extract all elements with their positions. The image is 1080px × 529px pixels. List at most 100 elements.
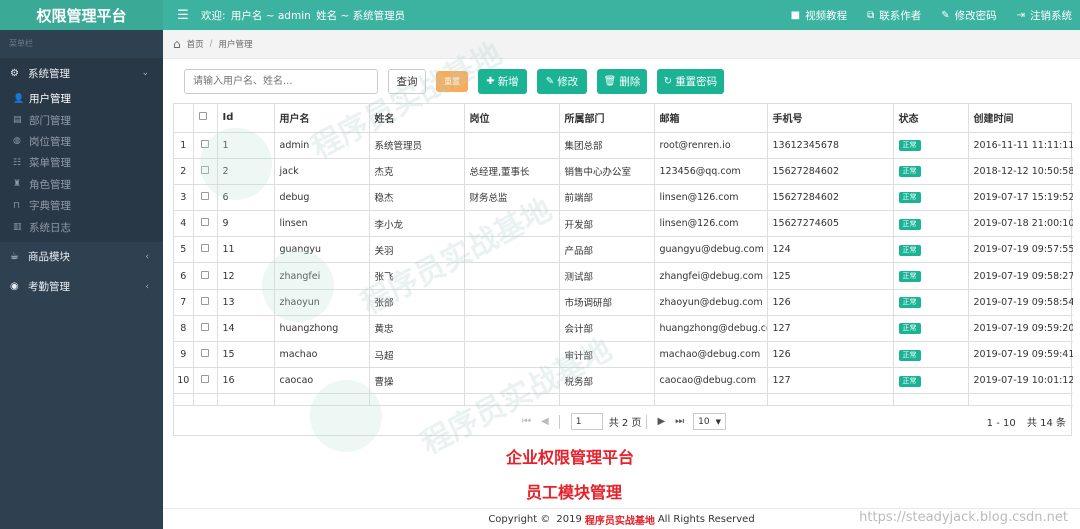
sidebar-group-attendance[interactable]: ◉ 考勤管理 ‹ [0,272,163,302]
contact-author-link[interactable]: ⧉ 联系作者 [867,8,921,23]
sidebar-item-label: 系统日志 [29,221,71,234]
cell-phone: 13612345678 [767,132,894,159]
welcome-username: 用户名 ~ admin [230,9,311,22]
checkbox-icon [198,112,207,121]
table-row[interactable]: 9 15 machao 马超 审计部 machao@debug.com 126 正常 2019-… [174,341,1073,369]
row-checkbox[interactable] [193,341,218,369]
delete-button-label: 删除 [619,76,641,88]
sidebar-item-label: 角色管理 [29,178,71,191]
cell-email: zhaoyun@debug.com [654,289,768,316]
column-header[interactable]: 所属部门 [559,104,655,133]
menu-toggle-icon[interactable]: ☰ [171,8,195,23]
sidebar-item-departments[interactable]: ▤ 部门管理 [0,109,163,130]
row-number: 10 [174,367,194,395]
page-size-select[interactable]: 10 ▼ [693,413,726,430]
spacer-cell [968,393,1073,407]
checkbox-icon [201,375,209,384]
first-page-icon[interactable]: ⏮ [522,416,531,427]
page-number-input[interactable]: 1 [570,413,603,430]
row-checkbox[interactable] [193,367,218,395]
row-number: 7 [174,289,194,316]
list-icon: ☷ [13,157,22,168]
cell-phone: 126 [767,341,894,369]
status-badge: 正常 [898,140,921,152]
home-icon[interactable]: ⌂ [173,37,181,51]
cell-phone: 15627284602 [767,184,894,212]
row-number: 6 [174,262,194,290]
row-checkbox[interactable] [193,132,218,159]
add-button[interactable]: ✚ 新增 [478,69,527,94]
checkbox-icon [201,139,209,148]
sidebar-group-goods[interactable]: ☕ 商品模块 ‹ [0,242,163,272]
column-header[interactable]: Id [217,104,275,133]
sidebar-item-roles[interactable]: ♜ 角色管理 [0,174,163,195]
status-badge: 正常 [898,166,921,178]
edit-button[interactable]: ✎ 修改 [537,69,587,94]
top-navbar: 权限管理平台 ☰ 欢迎: 用户名 ~ admin 姓名 ~ 系统管理员 ■ 视频… [0,0,1080,30]
sidebar-group-attendance-label: 考勤管理 [28,281,70,294]
table-row[interactable]: 8 14huangzhong黄忠 会计部huangzhong@debug.com12… [174,315,1073,343]
cell-name: 张郃 [369,289,465,316]
sidebar-item-syslog[interactable]: ▥ 系统日志 [0,216,163,237]
cell-id: 12 [217,262,275,290]
pagination: ⏮ ◀ 1 共 2 页 ▶ ⏭ 10 ▼ 1 - 10 共 14 条 [173,407,1072,436]
sidebar-item-posts[interactable]: ◍ 岗位管理 [0,131,163,152]
column-header[interactable]: 创建时间 [968,104,1073,133]
checkbox-icon [201,296,209,305]
prev-page-icon[interactable]: ◀ [541,416,549,427]
column-header[interactable]: 岗位 [464,104,560,133]
sidebar-item-dictionary[interactable]: ⊓ 字典管理 [0,195,163,216]
column-header[interactable]: 姓名 [369,104,465,133]
table-row[interactable]: 5 11 guangyu 关羽 产品部 guangyu@debug.com 124 正常 201… [174,236,1073,264]
delete-button[interactable]: 🗑 删除 [597,69,647,94]
column-header[interactable]: 用户名 [274,104,370,133]
column-header[interactable]: 邮箱 [654,104,768,133]
query-button[interactable]: 查询 [388,69,426,94]
breadcrumb-home[interactable]: 首页 [187,38,204,50]
status-badge: 正常 [898,375,921,387]
cell-status: 正常 [893,158,969,185]
table-row[interactable]: 2 2 jack 杰克 总经理,董事长 销售中心办公室 123456@qq.com 15627… [174,158,1073,185]
pagination-range: 1 - 10 [986,418,1016,429]
table-row[interactable]: 7 13 zhaoyun 张郃 市场调研部 zhaoyun@debug.com 126 正常 2… [174,289,1073,316]
table-row[interactable]: 10 16 caocao 曹操 税务部 caocao@debug.com 127 正常 2019… [174,367,1073,395]
row-checkbox[interactable] [193,184,218,212]
checkbox-icon [201,270,209,279]
status-badge: 正常 [898,192,921,204]
logout-label: 注销系统 [1030,9,1072,22]
sidebar-group-system[interactable]: ⚙ 系统管理 ⌄ [0,58,163,88]
table-row[interactable]: 4 9 linsen 李小龙 开发部 linsen@126.com 15627274605 正… [174,210,1073,238]
search-input[interactable] [184,69,378,94]
reset-button[interactable]: 重置 [436,71,468,92]
table-row[interactable]: 3 6 debug 稳杰 财务总监 前端部 linsen@126.com 1562728460… [174,184,1073,212]
row-checkbox[interactable] [193,262,218,290]
cell-id: 13 [217,289,275,316]
edit-button-label: 修改 [557,76,579,88]
table-row[interactable]: 6 12 zhangfei 张飞 测试部 zhangfei@debug.com 125 正常 2… [174,262,1073,290]
row-checkbox[interactable] [193,315,218,343]
select-all-checkbox[interactable] [193,104,218,133]
change-password-link[interactable]: ✎ 修改密码 [941,8,996,23]
logout-link[interactable]: ⇥ 注销系统 [1017,8,1072,23]
table-row[interactable]: 1 1 admin 系统管理员 集团总部 root@renren.io 1361234567… [174,132,1073,159]
next-page-icon[interactable]: ▶ [657,416,665,427]
row-checkbox[interactable] [193,236,218,264]
sidebar-title: 菜单栏 [9,39,33,48]
cell-id: 2 [217,158,275,185]
reset-password-button[interactable]: ↻ 重置密码 [657,69,724,94]
video-tutorial-link[interactable]: ■ 视频教程 [791,8,847,23]
column-header[interactable]: 手机号 [767,104,894,133]
spacer-cell [893,393,969,407]
cell-email: linsen@126.com [654,184,768,212]
clock-icon: ◉ [10,281,19,293]
video-tutorial-label: 视频教程 [805,9,848,22]
cell-username: huangzhong [274,315,370,343]
last-page-icon[interactable]: ⏭ [675,416,684,427]
column-header[interactable]: 状态 [893,104,969,133]
row-checkbox[interactable] [193,289,218,316]
cell-dept: 前端部 [559,184,655,212]
sidebar-item-menus[interactable]: ☷ 菜单管理 [0,152,163,173]
row-checkbox[interactable] [193,158,218,185]
sidebar-item-users[interactable]: 👤 用户管理 [0,88,163,109]
row-checkbox[interactable] [193,210,218,238]
